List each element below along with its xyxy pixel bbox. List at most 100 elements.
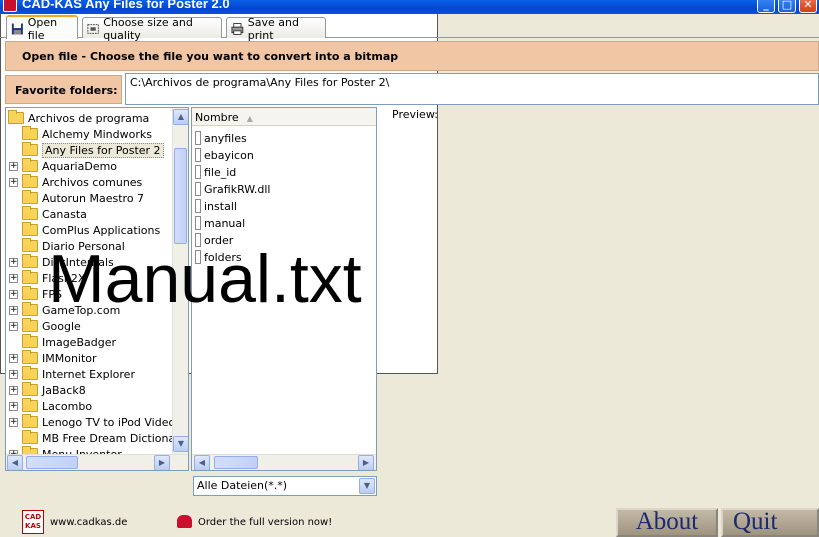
expand-icon[interactable]: + [9, 289, 18, 299]
tree-item-label: MB Free Dream Dictionary [42, 431, 187, 445]
tree-item[interactable]: Autorun Maestro 7 [9, 190, 144, 206]
folder-icon [22, 334, 38, 348]
tree-item[interactable]: Alchemy Mindworks [9, 126, 152, 142]
close-button[interactable]: ✕ [799, 0, 817, 13]
step-header-text: Open file - Choose the file you want to … [22, 50, 399, 63]
favorite-folders-label: Favorite folders: [15, 84, 118, 97]
file-icon [195, 199, 201, 213]
folder-icon [22, 430, 38, 444]
expand-icon[interactable]: + [9, 257, 18, 267]
folder-icon [22, 158, 38, 172]
tree-item-label: Alchemy Mindworks [42, 127, 152, 141]
file-item[interactable]: ebayicon [195, 147, 254, 163]
tree-item-label: ImageBadger [42, 335, 116, 349]
tab-open-file[interactable]: Open file [6, 15, 78, 42]
maximize-button[interactable]: □ [778, 0, 796, 13]
tab-label: Save and print [247, 16, 299, 42]
preview-label: Preview: [392, 108, 438, 121]
file-item[interactable]: GrafikRW.dll [195, 181, 271, 197]
file-item[interactable]: install [195, 198, 237, 214]
tree-item[interactable]: + Lenogo TV to iPod Video Tr [9, 414, 188, 430]
expand-icon[interactable]: + [9, 401, 18, 411]
about-button[interactable]: About [616, 508, 718, 537]
expand-icon[interactable]: + [9, 305, 18, 315]
folder-icon [22, 222, 38, 236]
chevron-down-icon[interactable]: ▼ [359, 478, 375, 494]
expand-icon[interactable]: + [9, 321, 18, 331]
tree-root[interactable]: Archivos de programa [8, 110, 149, 126]
tree-item-label: Lenogo TV to iPod Video Tr [42, 415, 189, 429]
scroll-left-button[interactable]: ◀ [7, 455, 23, 470]
file-item-label: GrafikRW.dll [204, 182, 271, 196]
tree-item[interactable]: ComPlus Applications [9, 222, 160, 238]
tab-save-print[interactable]: Save and print [226, 16, 326, 42]
size-icon [87, 24, 99, 34]
tree-item[interactable]: Any Files for Poster 2 [9, 142, 164, 158]
scroll-thumb[interactable] [174, 148, 187, 244]
scroll-down-button[interactable]: ▼ [173, 436, 188, 452]
tree-item-label: AquariaDemo [42, 159, 118, 173]
file-item-label: file_id [204, 165, 237, 179]
scroll-thumb[interactable] [214, 456, 258, 469]
tab-choose-size[interactable]: Choose size and quality [82, 16, 222, 42]
folder-icon [22, 254, 38, 268]
folder-icon [22, 206, 38, 220]
column-header-name[interactable]: Nombre ▲ [192, 108, 376, 126]
tree-item[interactable]: + IMMonitor [9, 350, 97, 366]
expand-icon[interactable]: + [9, 353, 18, 363]
favorite-folders-field[interactable]: C:\Archivos de programa\Any Files for Po… [125, 73, 819, 105]
expand-icon[interactable]: + [9, 161, 18, 171]
tree-item-label: Any Files for Poster 2 [42, 142, 164, 158]
tree-item[interactable]: Canasta [9, 206, 87, 222]
folder-icon [22, 238, 38, 252]
file-item[interactable]: anyfiles [195, 130, 247, 146]
tree-item-label: Internet Explorer [42, 367, 135, 381]
folder-open-icon [8, 110, 24, 124]
tree-item-label: Lacombo [42, 399, 93, 413]
website-link[interactable]: www.cadkas.de [50, 517, 127, 528]
tree-item-label: Google [42, 319, 81, 333]
scroll-right-button[interactable]: ▶ [154, 455, 170, 470]
scroll-left-button[interactable]: ◀ [194, 455, 210, 470]
tree-item[interactable]: + Lacombo [9, 398, 92, 414]
file-item-label: anyfiles [204, 131, 247, 145]
minimize-button[interactable]: _ [757, 0, 775, 13]
tree-item-label: Archivos comunes [42, 175, 143, 189]
tree-item-label: IMMonitor [42, 351, 97, 365]
tree-item[interactable]: + Google [9, 318, 81, 334]
expand-icon[interactable]: + [9, 417, 18, 427]
tab-label: Choose size and quality [103, 16, 193, 42]
scroll-right-button[interactable]: ▶ [358, 455, 374, 470]
file-item[interactable]: manual [195, 215, 245, 231]
expand-icon[interactable]: + [9, 273, 18, 283]
folder-icon [22, 318, 38, 332]
folder-icon [22, 174, 38, 188]
scroll-thumb[interactable] [26, 456, 78, 469]
tree-item[interactable]: + Internet Explorer [9, 366, 135, 382]
tree-horizontal-scrollbar[interactable]: ◀ ▶ [6, 454, 188, 470]
tree-item[interactable]: + JaBack8 [9, 382, 86, 398]
file-icon [195, 216, 201, 230]
folder-icon [22, 350, 38, 364]
expand-icon[interactable]: + [9, 385, 18, 395]
file-item-label: ebayicon [204, 148, 254, 162]
cadkas-logo: CAD KAS [22, 510, 44, 534]
scroll-up-button[interactable]: ▲ [173, 109, 188, 125]
order-link[interactable]: Order the full version now! [198, 517, 332, 528]
column-header-label: Nombre [195, 111, 239, 124]
folder-icon [22, 398, 38, 412]
files-horizontal-scrollbar[interactable]: ◀ ▶ [192, 454, 376, 470]
tree-item[interactable]: ImageBadger [9, 334, 116, 350]
tree-item[interactable]: + AquariaDemo [9, 158, 117, 174]
file-item[interactable]: file_id [195, 164, 236, 180]
file-type-filter[interactable]: Alle Dateien(*.*) ▼ [193, 476, 377, 496]
quit-button[interactable]: Quit [721, 508, 819, 537]
floppy-icon [11, 23, 23, 35]
tree-item[interactable]: MB Free Dream Dictionary [9, 430, 186, 446]
tree-item-label: Autorun Maestro 7 [42, 191, 145, 205]
tree-item-label: Canasta [42, 207, 87, 221]
expand-icon[interactable]: + [9, 369, 18, 379]
folder-icon [22, 270, 38, 284]
tree-item[interactable]: + Archivos comunes [9, 174, 142, 190]
expand-icon[interactable]: + [9, 177, 18, 187]
